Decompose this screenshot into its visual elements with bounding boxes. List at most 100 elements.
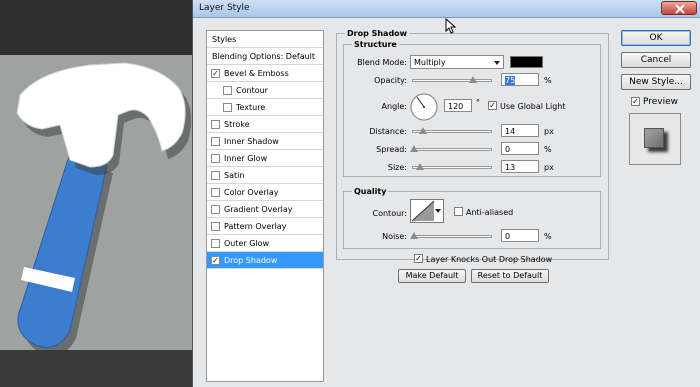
opacity-slider[interactable] xyxy=(412,76,492,83)
spread-slider[interactable] xyxy=(410,145,492,152)
opacity-slider-handle[interactable] xyxy=(469,76,477,83)
styles-item-bevel-emboss[interactable]: ✓ Bevel & Emboss xyxy=(207,65,323,82)
opacity-unit: % xyxy=(544,76,552,85)
anti-aliased-checkbox[interactable] xyxy=(454,207,463,216)
color-overlay-checkbox[interactable] xyxy=(211,188,220,197)
contour-checkbox[interactable] xyxy=(223,86,232,95)
size-input[interactable]: 13 xyxy=(501,160,539,173)
shadow-color-swatch[interactable] xyxy=(510,56,543,68)
styles-item-label: Pattern Overlay xyxy=(224,222,287,231)
size-value: 13 xyxy=(505,163,516,172)
size-slider[interactable] xyxy=(412,163,492,170)
cursor-icon xyxy=(445,18,457,34)
reset-to-default-button[interactable]: Reset to Default xyxy=(471,269,549,283)
close-button[interactable] xyxy=(661,1,697,15)
styles-item-inner-glow[interactable]: Inner Glow xyxy=(207,150,323,167)
opacity-label: Opacity: xyxy=(374,76,407,85)
opacity-value: 75 xyxy=(505,76,516,85)
canvas-image xyxy=(0,55,192,356)
angle-input[interactable]: 120 xyxy=(444,99,472,112)
styles-item-label: Contour xyxy=(236,86,268,95)
styles-item-color-overlay[interactable]: Color Overlay xyxy=(207,184,323,201)
canvas-pasteboard xyxy=(0,350,196,387)
styles-header[interactable]: Styles xyxy=(207,31,323,48)
satin-checkbox[interactable] xyxy=(211,171,220,180)
use-global-light-label: Use Global Light xyxy=(500,102,566,111)
styles-item-pattern-overlay[interactable]: Pattern Overlay xyxy=(207,218,323,235)
styles-item-outer-glow[interactable]: Outer Glow xyxy=(207,235,323,252)
outer-glow-checkbox[interactable] xyxy=(211,239,220,248)
blend-mode-dropdown[interactable]: Multiply xyxy=(410,55,504,69)
noise-input[interactable]: 0 xyxy=(501,229,539,242)
inner-shadow-checkbox[interactable] xyxy=(211,137,220,146)
stroke-checkbox[interactable] xyxy=(211,120,220,129)
size-label: Size: xyxy=(387,163,407,172)
quality-title: Quality xyxy=(352,187,389,196)
distance-slider[interactable] xyxy=(412,127,492,134)
noise-value: 0 xyxy=(505,232,511,241)
angle-dial[interactable] xyxy=(409,92,439,122)
pattern-overlay-checkbox[interactable] xyxy=(211,222,220,231)
noise-slider-handle[interactable] xyxy=(410,232,418,239)
anti-aliased-label: Anti-aliased xyxy=(466,208,514,217)
chevron-down-icon[interactable] xyxy=(435,209,441,213)
dialog-title: Layer Style xyxy=(199,3,250,13)
spread-slider-handle[interactable] xyxy=(410,145,418,152)
bevel-emboss-checkbox[interactable]: ✓ xyxy=(211,69,220,78)
styles-item-label: Inner Shadow xyxy=(224,137,279,146)
drop-shadow-checkbox[interactable]: ✓ xyxy=(211,256,220,265)
spread-input[interactable]: 0 xyxy=(501,142,539,155)
new-style-button[interactable]: New Style... xyxy=(621,74,691,90)
distance-input[interactable]: 14 xyxy=(501,124,539,137)
inner-glow-checkbox[interactable] xyxy=(211,154,220,163)
angle-value: 120 xyxy=(448,102,464,111)
structure-title: Structure xyxy=(352,40,399,49)
make-default-button[interactable]: Make Default xyxy=(398,269,466,283)
blend-mode-value: Multiply xyxy=(414,58,446,67)
opacity-input[interactable]: 75 xyxy=(501,73,539,86)
noise-slider[interactable] xyxy=(410,232,492,239)
styles-item-label: Stroke xyxy=(224,120,250,129)
texture-checkbox[interactable] xyxy=(223,103,232,112)
styles-item-label: Texture xyxy=(236,103,266,112)
dialog-titlebar[interactable]: Layer Style xyxy=(193,0,700,18)
ok-button[interactable]: OK xyxy=(621,30,691,46)
styles-item-label: Gradient Overlay xyxy=(224,205,293,214)
ok-label: OK xyxy=(649,33,663,43)
dialog-content: Styles Blending Options: Default ✓ Bevel… xyxy=(193,18,700,387)
size-unit: px xyxy=(544,163,554,172)
preview-swatch xyxy=(644,128,664,148)
styles-item-label: Color Overlay xyxy=(224,188,279,197)
cancel-label: Cancel xyxy=(640,55,672,65)
styles-item-gradient-overlay[interactable]: Gradient Overlay xyxy=(207,201,323,218)
spread-label: Spread: xyxy=(376,145,407,154)
use-global-light-checkbox[interactable]: ✓ xyxy=(488,101,497,110)
styles-item-label: Outer Glow xyxy=(224,239,270,248)
hammer-artwork xyxy=(16,62,192,356)
styles-item-stroke[interactable]: Stroke xyxy=(207,116,323,133)
layer-knocks-out-checkbox[interactable]: ✓ xyxy=(414,254,423,263)
contour-picker[interactable] xyxy=(410,199,444,223)
distance-slider-handle[interactable] xyxy=(419,127,427,134)
chevron-down-icon xyxy=(494,61,500,65)
style-preview xyxy=(629,113,681,165)
distance-value: 14 xyxy=(505,127,516,136)
styles-item-satin[interactable]: Satin xyxy=(207,167,323,184)
noise-unit: % xyxy=(544,232,552,241)
cancel-button[interactable]: Cancel xyxy=(621,52,691,68)
gradient-overlay-checkbox[interactable] xyxy=(211,205,220,214)
preview-checkbox[interactable]: ✓ xyxy=(631,97,640,106)
styles-item-label: Inner Glow xyxy=(224,154,268,163)
close-icon xyxy=(675,4,685,14)
drop-shadow-title: Drop Shadow xyxy=(345,29,410,38)
styles-item-inner-shadow[interactable]: Inner Shadow xyxy=(207,133,323,150)
styles-item-blending-options[interactable]: Blending Options: Default xyxy=(207,48,323,65)
size-slider-handle[interactable] xyxy=(416,163,424,170)
distance-unit: px xyxy=(544,127,554,136)
styles-item-drop-shadow[interactable]: ✓ Drop Shadow xyxy=(207,252,323,269)
spread-value: 0 xyxy=(505,145,511,154)
make-default-label: Make Default xyxy=(405,271,459,280)
layer-knocks-out-label: Layer Knocks Out Drop Shadow xyxy=(426,255,553,264)
styles-item-texture[interactable]: Texture xyxy=(207,99,323,116)
styles-item-contour[interactable]: Contour xyxy=(207,82,323,99)
